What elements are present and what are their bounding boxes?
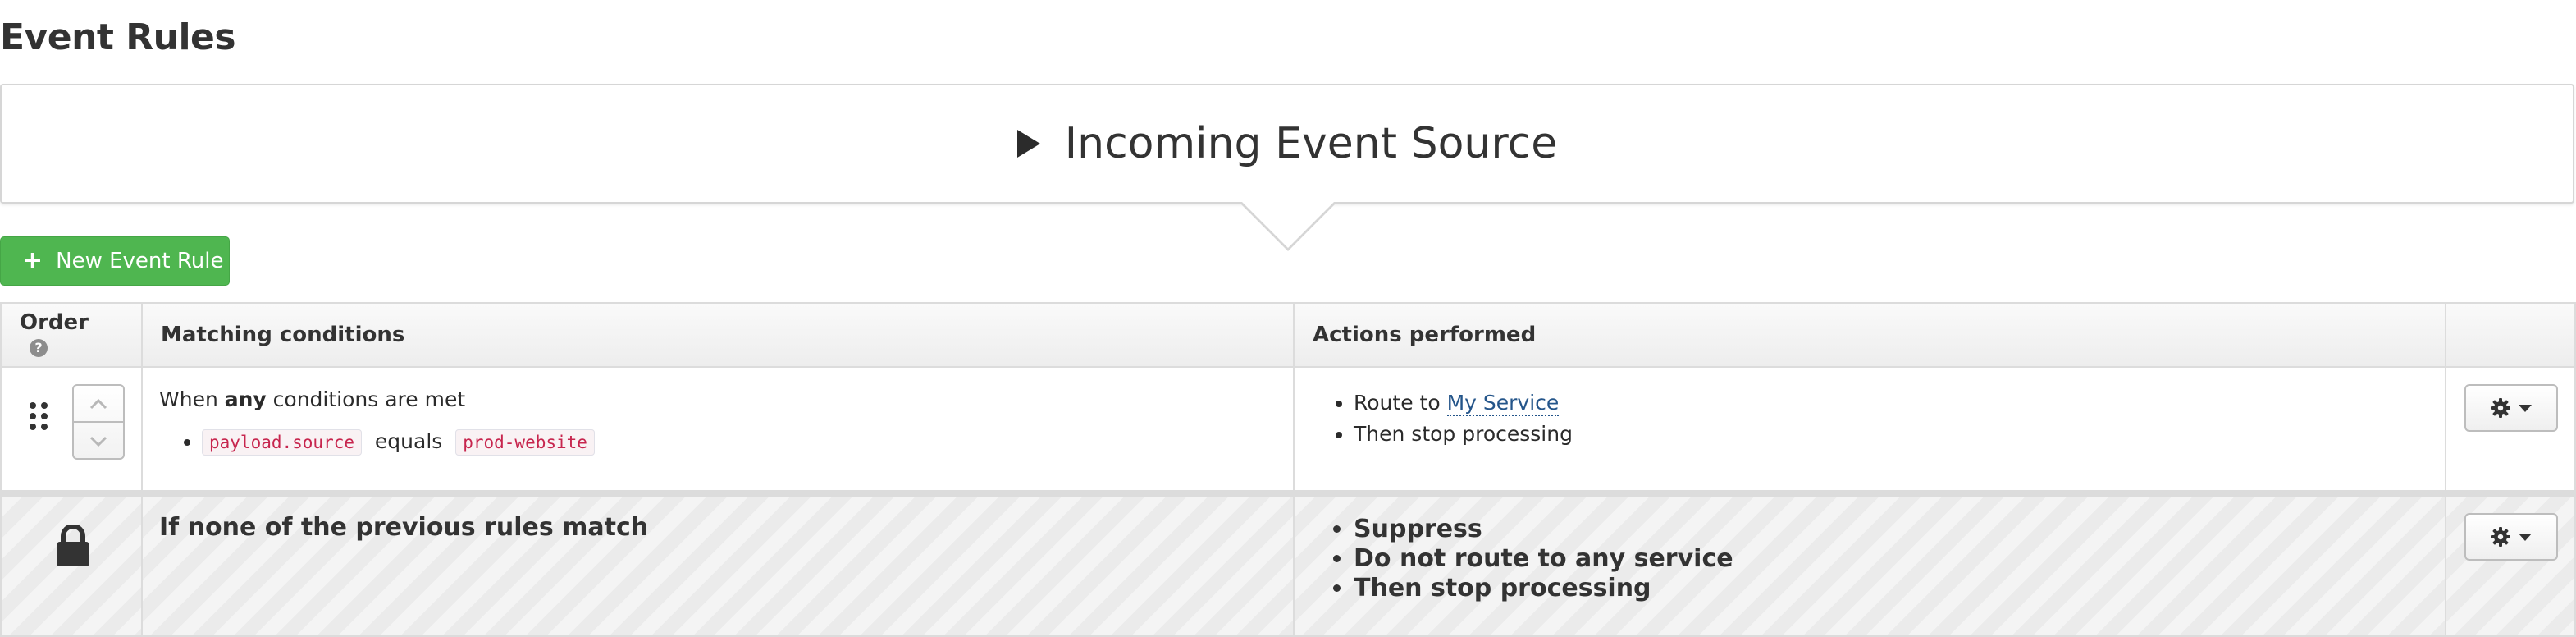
condition-value: prod-website (455, 429, 595, 456)
caret-down-icon (2519, 533, 2532, 541)
rule-settings-dropdown-button[interactable] (2464, 384, 2558, 432)
service-link[interactable]: My Service (1446, 391, 1560, 416)
list-item: payload.source equals prod-website (202, 426, 1277, 458)
list-item: Do not route to any service (1354, 544, 2428, 574)
list-item: Then stop processing (1354, 419, 2428, 450)
caret-down-icon (2519, 404, 2532, 412)
new-event-rule-button[interactable]: + New Event Rule (0, 236, 230, 286)
incoming-event-source-panel[interactable]: Incoming Event Source (0, 84, 2574, 204)
source-panel-label: Incoming Event Source (1064, 119, 1558, 168)
page-title: Event Rules (0, 16, 236, 58)
list-item: Then stop processing (1354, 574, 2428, 603)
condition-keyword: any (224, 387, 267, 411)
default-rule-condition: If none of the previous rules match (159, 513, 649, 542)
route-prefix: Route to (1354, 391, 1447, 415)
drag-handle-icon[interactable] (30, 402, 48, 430)
condition-operator: equals (374, 429, 443, 453)
rule-actions-cell: Route to My Service Then stop processing (1293, 366, 2446, 494)
lock-icon (57, 525, 89, 566)
condition-prefix: When (159, 387, 225, 411)
rule-menu-cell (2445, 366, 2576, 494)
condition-field: payload.source (202, 429, 363, 456)
chevron-down-icon (89, 436, 107, 447)
order-stepper (72, 384, 125, 460)
condition-suffix: conditions are met (266, 387, 466, 411)
table-row: When any conditions are met payload.sour… (0, 366, 2576, 494)
expand-caret-icon (1016, 130, 1040, 158)
rule-conditions-cell: When any conditions are met payload.sour… (141, 366, 1295, 494)
actions-column-header: Actions performed (1293, 302, 2446, 368)
chevron-up-icon (89, 398, 107, 409)
event-rules-table: Order ? Matching conditions Actions perf… (0, 302, 2576, 637)
order-header-label: Order (20, 310, 89, 335)
condition-heading: When any conditions are met (159, 387, 1277, 411)
default-action-list: Suppress Do not route to any service The… (1311, 515, 2428, 603)
menu-column-header (2445, 302, 2576, 368)
move-down-button[interactable] (74, 423, 123, 458)
table-header-row: Order ? Matching conditions Actions perf… (0, 302, 2576, 368)
new-event-rule-label: New Event Rule (56, 249, 224, 273)
actions-header-label: Actions performed (1313, 323, 1537, 347)
order-column-header: Order ? (0, 302, 143, 368)
plus-icon: + (22, 246, 43, 275)
gear-icon (2491, 527, 2510, 547)
default-rule-order-cell (0, 490, 143, 637)
list-item: Route to My Service (1354, 387, 2428, 419)
condition-list: payload.source equals prod-website (159, 426, 1277, 458)
default-rule-condition-cell: If none of the previous rules match (141, 490, 1295, 637)
gear-icon (2491, 398, 2510, 418)
default-rule-row: If none of the previous rules match Supp… (0, 490, 2576, 637)
default-rule-menu-cell (2445, 490, 2576, 637)
rule-order-cell (0, 366, 143, 494)
conditions-column-header: Matching conditions (141, 302, 1295, 368)
action-list: Route to My Service Then stop processing (1311, 387, 2428, 450)
question-circle-icon[interactable]: ? (30, 338, 48, 357)
conditions-header-label: Matching conditions (161, 323, 405, 347)
default-rule-settings-dropdown-button[interactable] (2464, 513, 2558, 561)
default-rule-actions-cell: Suppress Do not route to any service The… (1293, 490, 2446, 637)
move-up-button[interactable] (74, 386, 123, 423)
panel-pointer-arrow-fill (1240, 200, 1336, 248)
list-item: Suppress (1354, 515, 2428, 544)
